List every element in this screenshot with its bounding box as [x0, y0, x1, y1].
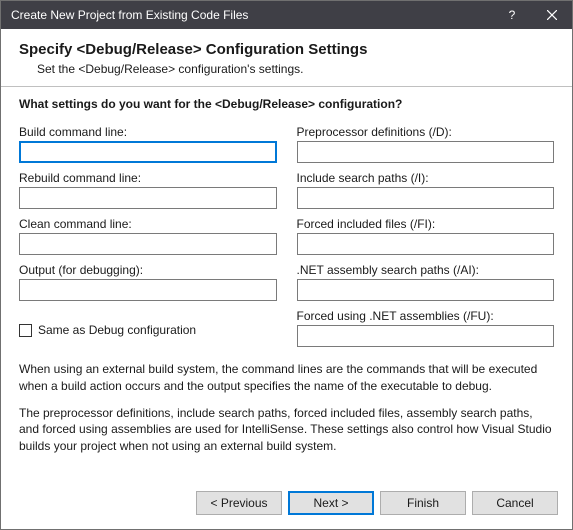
build-cmd-label: Build command line:	[19, 125, 277, 139]
cancel-button[interactable]: Cancel	[472, 491, 558, 515]
close-button[interactable]	[532, 1, 572, 29]
rebuild-cmd-input[interactable]	[19, 187, 277, 209]
question-label: What settings do you want for the <Debug…	[19, 97, 554, 111]
note-2: The preprocessor definitions, include se…	[19, 405, 554, 455]
forced-inc-input[interactable]	[297, 233, 555, 255]
output-label: Output (for debugging):	[19, 263, 277, 277]
wizard-footer: < Previous Next > Finish Cancel	[1, 481, 572, 529]
forced-inc-label: Forced included files (/FI):	[297, 217, 555, 231]
next-button[interactable]: Next >	[288, 491, 374, 515]
titlebar: Create New Project from Existing Code Fi…	[1, 1, 572, 29]
build-cmd-input[interactable]	[19, 141, 277, 163]
clean-cmd-input[interactable]	[19, 233, 277, 255]
preproc-label: Preprocessor definitions (/D):	[297, 125, 555, 139]
page-subtitle: Set the <Debug/Release> configuration's …	[19, 62, 554, 76]
wizard-header: Specify <Debug/Release> Configuration Se…	[1, 29, 572, 86]
same-as-debug-checkbox[interactable]: Same as Debug configuration	[19, 323, 277, 337]
checkbox-icon	[19, 324, 32, 337]
close-icon	[547, 10, 557, 20]
preproc-input[interactable]	[297, 141, 555, 163]
include-label: Include search paths (/I):	[297, 171, 555, 185]
finish-button[interactable]: Finish	[380, 491, 466, 515]
include-input[interactable]	[297, 187, 555, 209]
help-button[interactable]: ?	[492, 1, 532, 29]
content-area: What settings do you want for the <Debug…	[1, 87, 572, 455]
output-input[interactable]	[19, 279, 277, 301]
forced-using-input[interactable]	[297, 325, 555, 347]
forced-using-label: Forced using .NET assemblies (/FU):	[297, 309, 555, 323]
previous-button[interactable]: < Previous	[196, 491, 282, 515]
clean-cmd-label: Clean command line:	[19, 217, 277, 231]
net-search-input[interactable]	[297, 279, 555, 301]
rebuild-cmd-label: Rebuild command line:	[19, 171, 277, 185]
net-search-label: .NET assembly search paths (/AI):	[297, 263, 555, 277]
window-title: Create New Project from Existing Code Fi…	[11, 8, 492, 22]
same-as-debug-label: Same as Debug configuration	[38, 323, 196, 337]
note-1: When using an external build system, the…	[19, 361, 554, 395]
page-title: Specify <Debug/Release> Configuration Se…	[19, 41, 554, 58]
